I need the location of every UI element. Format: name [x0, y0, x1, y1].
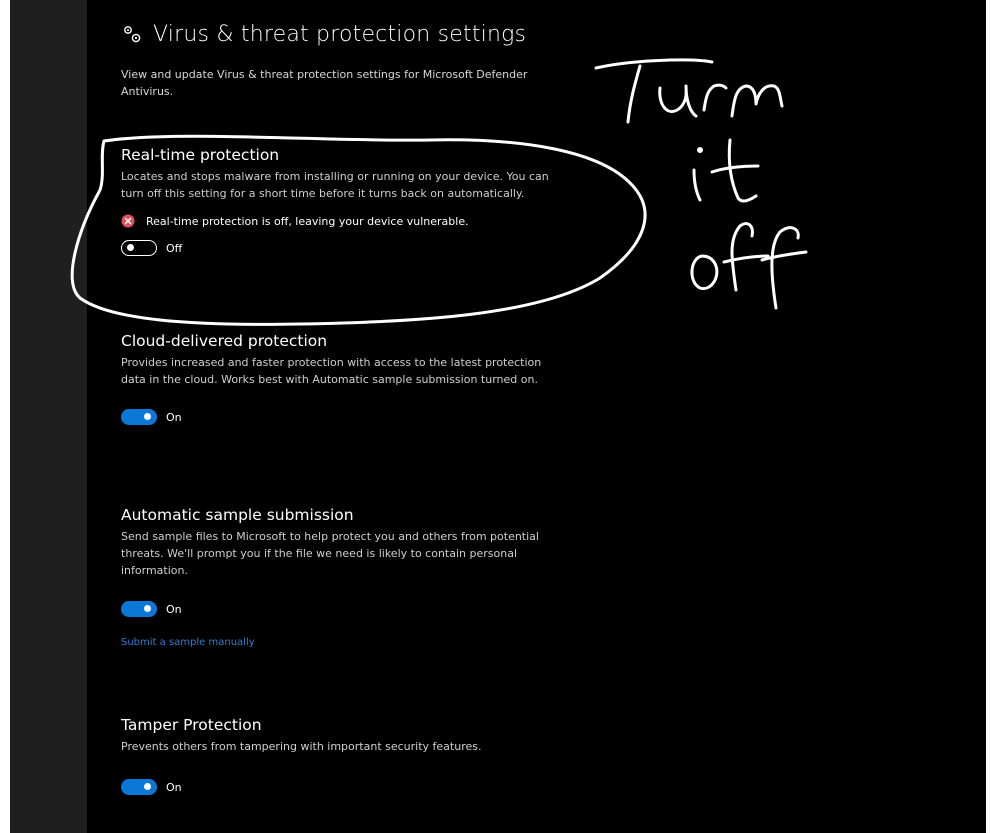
window-frame-right [986, 0, 991, 833]
toggle-label: On [166, 410, 182, 424]
section-description: Locates and stops malware from installin… [121, 170, 549, 200]
sample-submission-toggle[interactable] [121, 601, 157, 617]
cloud-toggle-row: On [121, 409, 561, 425]
section-title: Real-time protection [121, 146, 280, 164]
tamper-protection-toggle[interactable] [121, 779, 157, 795]
toggle-label: On [166, 602, 182, 616]
section-title: Automatic sample submission [121, 506, 354, 524]
section-description: Send sample files to Microsoft to help p… [121, 530, 539, 577]
submit-sample-link[interactable]: Submit a sample manually [121, 637, 561, 648]
settings-content: Virus & threat protection settings View … [87, 0, 986, 833]
toggle-knob [144, 413, 151, 420]
sample-toggle-row: On [121, 601, 561, 617]
error-icon [121, 214, 135, 228]
realtime-toggle-row: Off [121, 240, 561, 256]
section-cloud-protection: Cloud-delivered protection Provides incr… [121, 332, 561, 425]
warning-row: Real-time protection is off, leaving you… [121, 214, 561, 228]
section-realtime-protection: Real-time protection Locates and stops m… [121, 146, 561, 256]
window-frame-left [0, 0, 10, 833]
section-description: Provides increased and faster protection… [121, 356, 542, 386]
toggle-knob [127, 244, 134, 251]
tamper-toggle-row: On [121, 779, 561, 795]
navigation-sidebar [10, 0, 87, 833]
toggle-knob [144, 783, 151, 790]
page-description: View and update Virus & threat protectio… [121, 68, 528, 98]
section-sample-submission: Automatic sample submission Send sample … [121, 506, 561, 648]
toggle-label: Off [166, 241, 183, 255]
page-title: Virus & threat protection settings [153, 22, 527, 47]
toggle-label: On [166, 780, 182, 794]
section-title: Tamper Protection [121, 716, 262, 734]
gear-icon [124, 25, 141, 42]
warning-text: Real-time protection is off, leaving you… [146, 214, 469, 228]
cloud-protection-toggle[interactable] [121, 409, 157, 425]
section-title: Cloud-delivered protection [121, 332, 328, 350]
toggle-knob [144, 605, 151, 612]
page-header: Virus & threat protection settings [121, 22, 526, 47]
section-description: Prevents others from tampering with impo… [121, 740, 482, 753]
realtime-protection-toggle[interactable] [121, 240, 157, 256]
section-tamper-protection: Tamper Protection Prevents others from t… [121, 716, 561, 795]
